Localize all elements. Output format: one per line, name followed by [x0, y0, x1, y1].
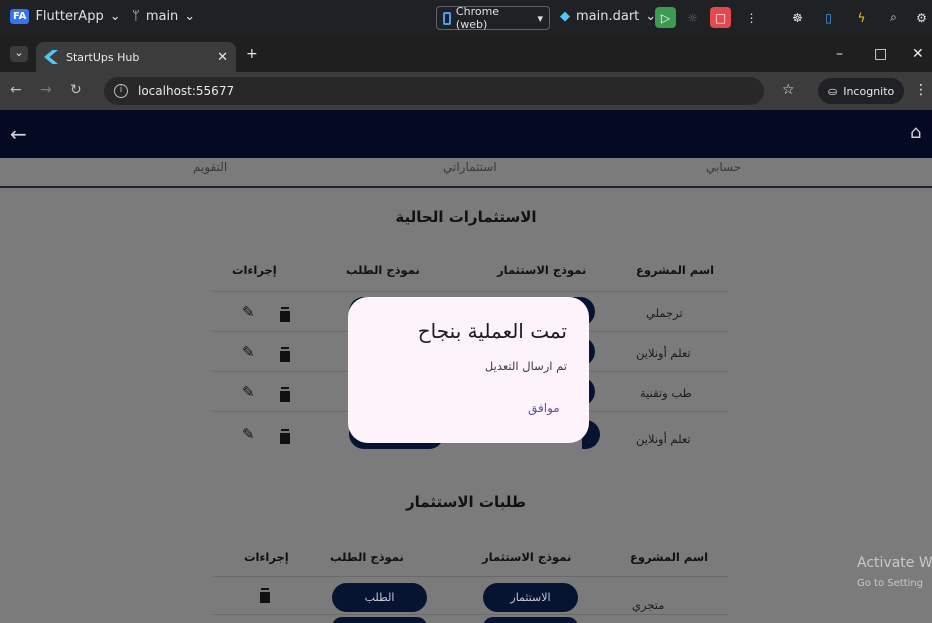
device-file-icon[interactable]: ▯ [818, 7, 839, 28]
table-divider [213, 614, 728, 615]
delete-icon[interactable] [280, 389, 290, 402]
branch-name: main [145, 9, 179, 24]
bug-icon[interactable]: ☸ [787, 7, 808, 28]
current-investments-title: الاستثمارات الحالية [395, 208, 537, 226]
incognito-icon: ⛀ [828, 84, 838, 98]
nav-tabs: التقويم استثماراتي حسابي [0, 158, 932, 188]
dialog-title: تمت العملية بنجاح [417, 319, 567, 343]
device-selector[interactable]: Chrome (web) ▾ [436, 5, 550, 31]
info-icon[interactable]: i [114, 84, 128, 98]
delete-icon[interactable] [280, 309, 290, 322]
dialog-ok-button[interactable]: موافق [528, 401, 560, 415]
flutter-favicon-icon [44, 50, 58, 64]
new-tab-icon[interactable]: + [246, 46, 258, 62]
back-arrow-icon[interactable]: ← [10, 122, 27, 146]
tab-search-icon[interactable]: ⌄ [10, 46, 28, 62]
project-name-cell: طب وتقنية [640, 386, 692, 400]
tab-my-account[interactable]: حسابي [706, 160, 741, 174]
success-dialog: تمت العملية بنجاح تم ارسال التعديل موافق [348, 297, 589, 443]
edit-icon[interactable]: ✎ [242, 303, 255, 321]
project-name-cell: تعلم أونلاين [636, 432, 691, 446]
project-badge: FA [10, 9, 30, 24]
tab-calendar[interactable]: التقويم [193, 160, 227, 174]
project-selector[interactable]: FA FlutterApp ⌄ [10, 9, 121, 24]
th-actions: إجراءات [244, 550, 289, 564]
activation-watermark: Activate W [857, 555, 932, 571]
maximize-icon[interactable]: □ [874, 46, 887, 62]
project-name-cell: تعلم أونلاين [636, 346, 691, 360]
tab-title: StartUps Hub [66, 50, 140, 64]
chevron-down-icon: ⌄ [109, 9, 121, 24]
browser-address-bar: ← → ↻ i localhost:55677 ☆ ⛀ Incognito ⋮ [0, 72, 932, 110]
project-name-cell: ترجملي [646, 306, 683, 320]
investment-form-button[interactable]: الاستثمار [483, 583, 578, 612]
ide-toolbar: FA FlutterApp ⌄ ᛘ main ⌄ Chrome (web) ▾ … [0, 0, 932, 36]
edit-icon[interactable]: ✎ [242, 425, 255, 443]
flutter-icon: ◆ [560, 9, 570, 24]
debug-disabled-icon: ☼ [687, 10, 698, 25]
home-icon[interactable]: ⌂ [910, 122, 921, 143]
forward-icon: → [40, 82, 52, 98]
phone-icon [443, 11, 451, 25]
th-project-name: اسم المشروع [630, 550, 709, 564]
th-actions: إجراءات [232, 263, 277, 277]
close-window-icon[interactable]: ✕ [912, 46, 924, 62]
incognito-badge[interactable]: ⛀ Incognito [818, 78, 905, 104]
bookmark-star-icon[interactable]: ☆ [782, 82, 795, 98]
reload-icon[interactable]: ↻ [70, 82, 82, 98]
project-name-cell: متجري [632, 598, 665, 612]
tab-my-investments[interactable]: استثماراتي [443, 160, 497, 174]
edit-icon[interactable]: ✎ [242, 343, 255, 361]
more-vert-icon[interactable]: ⋮ [741, 7, 762, 28]
browser-tab-strip: ⌄ StartUps Hub ✕ + – □ ✕ [0, 36, 932, 72]
browser-tab[interactable]: StartUps Hub ✕ [36, 42, 236, 72]
close-tab-icon[interactable]: ✕ [217, 50, 228, 65]
th-investment-form: نموذج الاستثمار [497, 263, 587, 277]
search-icon[interactable]: ⌕ [883, 7, 904, 28]
delete-icon[interactable] [260, 590, 270, 603]
investment-form-button[interactable] [483, 617, 578, 623]
device-name: Chrome (web) [455, 5, 500, 31]
th-investment-form: نموذج الاستثمار [482, 550, 572, 564]
project-name: FlutterApp [35, 9, 104, 24]
request-form-button[interactable]: الطلب [332, 583, 427, 612]
dropdown-arrow-icon: ▾ [537, 11, 543, 25]
branch-icon: ᛘ [132, 9, 140, 24]
run-icon[interactable]: ▷ [655, 7, 676, 28]
table-divider [213, 576, 728, 577]
branch-selector[interactable]: ᛘ main ⌄ [132, 9, 195, 24]
incognito-label: Incognito [843, 84, 895, 98]
minimize-icon[interactable]: – [836, 46, 843, 62]
request-form-button[interactable] [332, 617, 427, 623]
app-bar: ← ⌂ [0, 110, 932, 158]
delete-icon[interactable] [280, 431, 290, 444]
hot-reload-icon[interactable]: ϟ [851, 7, 872, 28]
th-project-name: اسم المشروع [636, 263, 715, 277]
run-config-name: main.dart [576, 9, 640, 24]
gear-icon[interactable]: ⚙ [911, 7, 932, 28]
chevron-down-icon: ⌄ [184, 9, 196, 24]
url-text: localhost:55677 [138, 84, 235, 98]
back-icon[interactable]: ← [10, 82, 22, 98]
edit-icon[interactable]: ✎ [242, 383, 255, 401]
activation-watermark-sub: Go to Setting [857, 578, 924, 589]
url-field[interactable]: i localhost:55677 [104, 77, 764, 105]
delete-icon[interactable] [280, 349, 290, 362]
dialog-message: تم ارسال التعديل [484, 359, 567, 373]
run-config-selector[interactable]: ◆ main.dart ⌄ [560, 9, 656, 24]
table-divider [213, 291, 728, 292]
browser-menu-icon[interactable]: ⋮ [914, 82, 928, 98]
stop-icon[interactable]: □ [710, 7, 731, 28]
th-request-form: نموذج الطلب [330, 550, 404, 564]
th-request-form: نموذج الطلب [346, 263, 420, 277]
investment-requests-title: طلبات الاستثمار [406, 493, 526, 511]
